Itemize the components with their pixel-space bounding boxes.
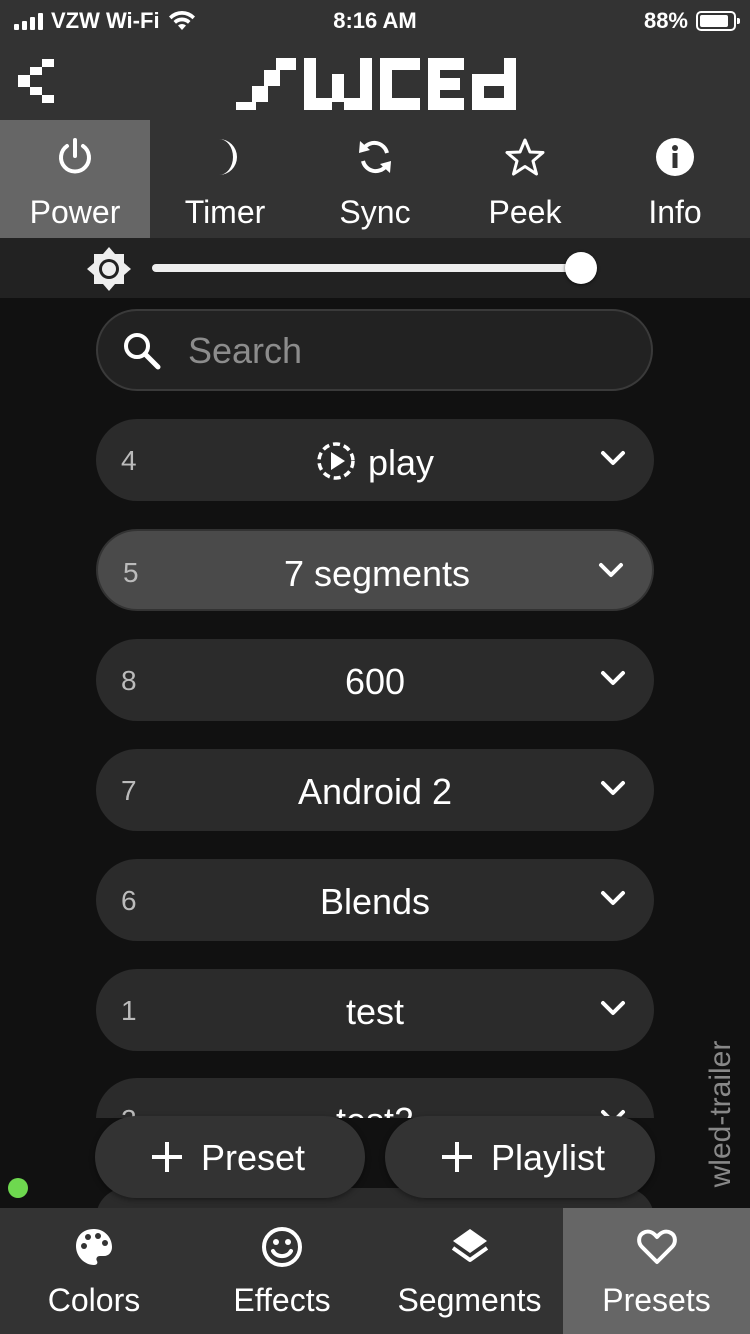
heart-icon	[636, 1229, 677, 1264]
add-playlist-button[interactable]: Playlist	[385, 1116, 655, 1198]
tab-colors-label: Colors	[47, 1282, 141, 1318]
star-icon	[505, 138, 545, 176]
tab-segments[interactable]: Segments	[376, 1208, 563, 1334]
timer-button[interactable]: Timer	[150, 120, 300, 238]
layers-icon	[451, 1229, 488, 1262]
tab-colors[interactable]: Colors	[0, 1208, 188, 1334]
plus-icon	[152, 1142, 182, 1172]
preset-row[interactable]: 7 Android 2	[96, 749, 654, 831]
tab-presets-label: Presets	[602, 1282, 711, 1318]
power-label: Power	[29, 194, 121, 230]
peek-label: Peek	[488, 194, 562, 230]
moon-icon	[219, 139, 237, 175]
status-bar-right: 88%	[643, 8, 740, 34]
chevron-down-icon[interactable]	[600, 449, 626, 467]
sync-button[interactable]: Sync	[300, 120, 450, 238]
battery-percent: 88%	[643, 8, 688, 33]
palette-icon	[76, 1229, 112, 1265]
tab-segments-label: Segments	[397, 1282, 542, 1318]
device-hostname: wled-trailer	[704, 1040, 737, 1188]
info-button[interactable]: Info	[600, 120, 750, 238]
app-header	[0, 40, 750, 120]
preset-row[interactable]: 6 Blends	[96, 859, 654, 941]
preset-title: play	[96, 441, 654, 484]
wled-logo	[236, 58, 516, 110]
plus-icon	[442, 1142, 472, 1172]
status-bar: VZW Wi-Fi 8:16 AM 88%	[0, 0, 750, 40]
sync-label: Sync	[339, 194, 411, 230]
preset-name: test	[345, 991, 405, 1032]
connection-status-dot	[8, 1178, 28, 1198]
peek-button[interactable]: Peek	[450, 120, 600, 238]
preset-row[interactable]: 1 test	[96, 969, 654, 1051]
chevron-down-icon[interactable]	[600, 669, 626, 687]
preset-name: 600	[344, 661, 406, 702]
info-label: Info	[648, 194, 702, 230]
preset-row[interactable]: 2 test2	[96, 1078, 654, 1118]
power-button[interactable]: Power	[0, 120, 150, 238]
search-input[interactable]	[186, 325, 630, 377]
preset-row[interactable]: 4 play	[96, 419, 654, 501]
brightness-icon	[87, 247, 131, 291]
timer-label: Timer	[184, 194, 266, 230]
preset-name: Android 2	[297, 771, 453, 812]
add-preset-label: Preset	[201, 1137, 306, 1178]
playlist-icon	[317, 442, 355, 480]
smiley-icon	[262, 1227, 302, 1267]
chevron-down-icon[interactable]	[600, 889, 626, 907]
tab-presets[interactable]: Presets	[563, 1208, 750, 1334]
chevron-down-icon[interactable]	[600, 779, 626, 797]
preset-search	[96, 309, 653, 391]
info-icon	[656, 138, 694, 176]
preset-name: play	[367, 442, 435, 483]
preset-name: Blends	[319, 881, 431, 922]
chevron-left-icon[interactable]	[18, 54, 62, 108]
tab-effects[interactable]: Effects	[188, 1208, 376, 1334]
preset-row-clip: 2 test2	[0, 1078, 750, 1118]
add-preset-button[interactable]: Preset	[95, 1116, 365, 1198]
battery-icon	[696, 11, 740, 31]
tab-effects-label: Effects	[233, 1282, 331, 1318]
clock: 8:16 AM	[333, 8, 417, 33]
power-icon	[59, 138, 91, 174]
preset-name: 7 segments	[283, 553, 471, 594]
preset-row[interactable]: 8 600	[96, 639, 654, 721]
search-icon	[124, 333, 161, 370]
sync-icon	[359, 140, 391, 174]
brightness-slider-thumb[interactable]	[565, 252, 597, 284]
top-nav: Power Timer Sync Peek Info	[0, 120, 750, 238]
bottom-nav: Colors Effects Segments Presets	[0, 1208, 750, 1334]
chevron-down-icon[interactable]	[598, 561, 624, 579]
add-playlist-label: Playlist	[491, 1137, 606, 1178]
preset-row-selected[interactable]: 5 7 segments	[96, 529, 654, 611]
brightness-slider[interactable]	[152, 264, 582, 272]
chevron-down-icon[interactable]	[600, 999, 626, 1017]
